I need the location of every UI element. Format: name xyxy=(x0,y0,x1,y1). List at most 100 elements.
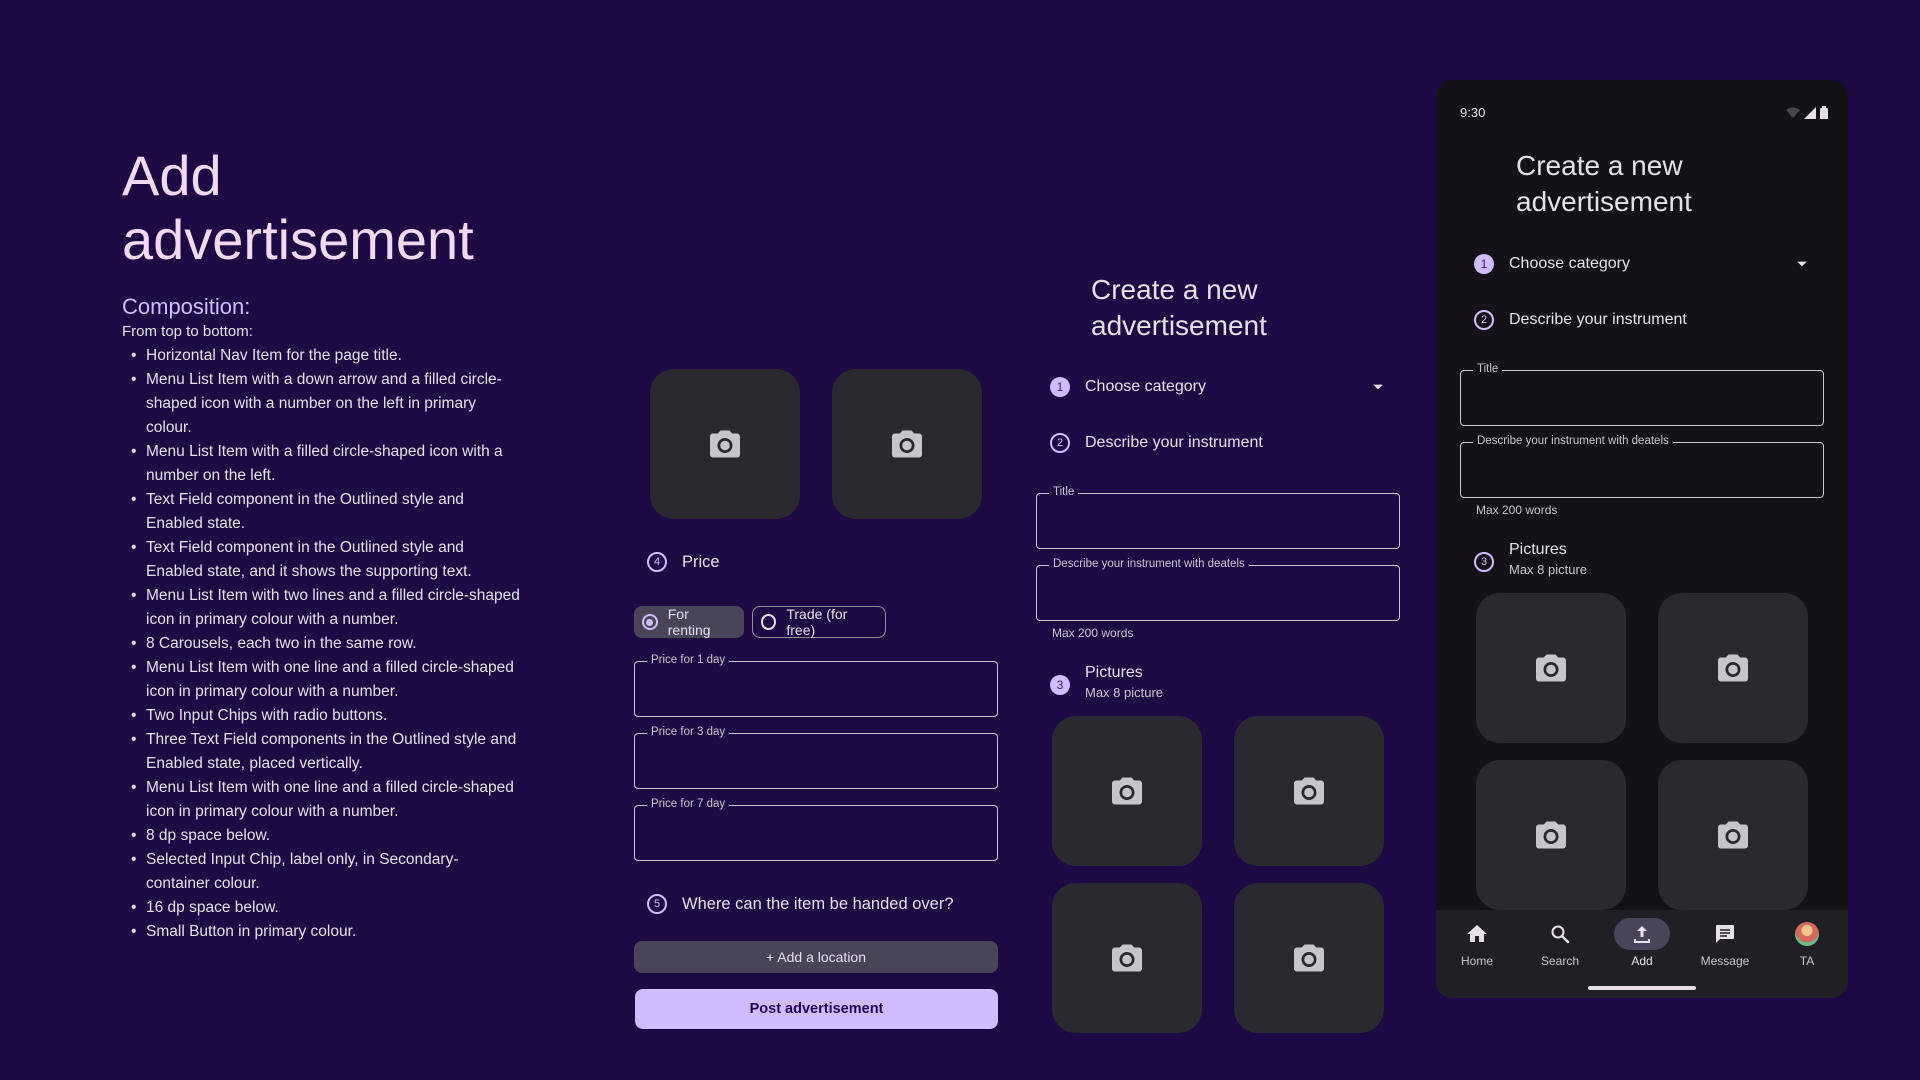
list-item: Horizontal Nav Item for the page title. xyxy=(122,344,522,368)
avatar xyxy=(1795,922,1819,946)
nav-item-search[interactable]: Search xyxy=(1528,918,1592,968)
price-1-day-field[interactable]: Price for 1 day xyxy=(634,654,998,717)
nav-label: TA xyxy=(1799,954,1815,968)
list-item: 8 dp space below. xyxy=(122,824,522,848)
radio-unselected-icon xyxy=(761,614,777,630)
photo-tile[interactable] xyxy=(1234,883,1384,1033)
list-item: Menu List Item with a down arrow and a f… xyxy=(122,368,522,440)
photo-tile[interactable] xyxy=(832,369,982,519)
field-label: Describe your instrument with deatels xyxy=(1049,558,1249,570)
supporting-text: Max 200 words xyxy=(1052,626,1134,640)
search-icon xyxy=(1551,925,1570,944)
post-advertisement-button[interactable]: Post advertisement xyxy=(635,989,998,1029)
list-item: 16 dp space below. xyxy=(122,896,522,920)
chip-label: For renting xyxy=(667,606,711,638)
photo-tile[interactable] xyxy=(1234,716,1384,866)
nav-item-profile[interactable]: TA xyxy=(1775,918,1839,968)
dropdown-arrow-icon xyxy=(1797,261,1807,267)
price-3-day-field[interactable]: Price for 3 day xyxy=(634,726,998,789)
page-title: Create a new advertisement xyxy=(1516,150,1692,217)
list-item: Menu List Item with one line and a fille… xyxy=(122,656,522,704)
list-item: 8 Carousels, each two in the same row. xyxy=(122,632,522,656)
photo-tile[interactable] xyxy=(650,369,800,519)
menu-item-pictures[interactable]: 3 Pictures Max 8 picture xyxy=(1050,664,1163,700)
menu-item-label: Where can the item be handed over? xyxy=(682,894,954,913)
title-field[interactable]: Title xyxy=(1460,363,1824,426)
field-label: Price for 7 day xyxy=(647,798,730,810)
add-location-button[interactable]: + Add a location xyxy=(634,941,998,973)
dropdown-arrow-icon xyxy=(1373,384,1383,390)
menu-item-price[interactable]: 4 Price xyxy=(647,552,720,572)
menu-item-label: Choose category xyxy=(1085,378,1206,395)
step-number-icon: 4 xyxy=(647,552,667,572)
home-icon xyxy=(1467,925,1487,942)
camera-icon xyxy=(1715,650,1751,686)
list-item: Menu List Item with a filled circle-shap… xyxy=(122,440,522,488)
nav-item-message[interactable]: Message xyxy=(1693,918,1757,968)
photo-tile[interactable] xyxy=(1476,593,1626,743)
menu-item-handover[interactable]: 5 Where can the item be handed over? xyxy=(647,894,954,914)
nav-label: Home xyxy=(1460,954,1493,968)
camera-icon xyxy=(1291,773,1327,809)
menu-item-label: Choose category xyxy=(1509,255,1630,272)
camera-icon xyxy=(1109,940,1145,976)
title-field[interactable]: Title xyxy=(1036,486,1400,549)
menu-item-label: Pictures xyxy=(1085,664,1143,681)
doc-subtitle: Composition: xyxy=(122,294,251,319)
doc-title: Add advertisement xyxy=(122,144,474,271)
camera-icon xyxy=(707,426,743,462)
chip-label: Trade (for free) xyxy=(786,606,848,638)
photo-tile[interactable] xyxy=(1052,883,1202,1033)
radio-selected-icon xyxy=(642,614,658,630)
nav-label: Search xyxy=(1540,954,1580,968)
camera-icon xyxy=(1715,817,1751,853)
photo-tile[interactable] xyxy=(1658,593,1808,743)
nav-label: Add xyxy=(1631,954,1653,968)
camera-icon xyxy=(889,426,925,462)
nav-label: Message xyxy=(1700,954,1750,968)
list-item: Selected Input Chip, label only, in Seco… xyxy=(122,848,522,896)
menu-item-sublabel: Max 8 picture xyxy=(1509,562,1588,577)
battery-icon xyxy=(1820,106,1828,119)
chip-for-renting[interactable]: For renting xyxy=(634,606,744,638)
description-field[interactable]: Describe your instrument with deatels xyxy=(1460,435,1824,498)
list-item: Two Input Chips with radio buttons. xyxy=(122,704,522,728)
chip-trade[interactable]: Trade (for free) xyxy=(752,606,886,638)
menu-item-sublabel: Max 8 picture xyxy=(1085,685,1164,700)
status-icons xyxy=(1786,106,1828,119)
nav-item-home[interactable]: Home xyxy=(1445,918,1509,968)
doc-intro: From top to bottom: xyxy=(122,323,253,340)
field-label: Title xyxy=(1049,486,1079,498)
signal-icon xyxy=(1804,106,1816,119)
description-field[interactable]: Describe your instrument with deatels xyxy=(1036,558,1400,621)
status-time: 9:30 xyxy=(1460,105,1486,120)
menu-item-pictures[interactable]: 3 Pictures Max 8 picture xyxy=(1474,541,1587,577)
menu-item-describe[interactable]: 2 Describe your instrument xyxy=(1474,310,1687,330)
field-label: Describe your instrument with deatels xyxy=(1473,435,1673,447)
page-title: Create a new advertisement xyxy=(1091,274,1267,341)
photo-tile[interactable] xyxy=(1052,716,1202,866)
bottom-navigation: Home Search Add Message TA xyxy=(1436,910,1848,998)
list-item: Menu List Item with one line and a fille… xyxy=(122,776,522,824)
list-item: Three Text Field components in the Outli… xyxy=(122,728,522,776)
camera-icon xyxy=(1291,940,1327,976)
menu-item-choose-category[interactable]: 1 Choose category xyxy=(1474,254,1808,274)
camera-icon xyxy=(1533,817,1569,853)
step-number-icon: 2 xyxy=(1474,310,1494,330)
menu-item-label: Price xyxy=(682,552,720,571)
menu-item-describe[interactable]: 2 Describe your instrument xyxy=(1050,433,1263,453)
phone-screen: 9:30 Create a new advertisement 1 Choose… xyxy=(1436,80,1848,998)
message-icon xyxy=(1716,925,1734,943)
nav-item-add[interactable]: Add xyxy=(1610,918,1674,968)
list-item: Text Field component in the Outlined sty… xyxy=(122,488,522,536)
photo-tile[interactable] xyxy=(1476,760,1626,910)
field-label: Price for 3 day xyxy=(647,726,730,738)
menu-item-choose-category[interactable]: 1 Choose category xyxy=(1050,377,1384,397)
menu-item-label: Pictures xyxy=(1509,541,1567,558)
supporting-text: Max 200 words xyxy=(1476,503,1558,517)
step-number-icon: 5 xyxy=(647,894,667,914)
price-7-day-field[interactable]: Price for 7 day xyxy=(634,798,998,861)
photo-tile[interactable] xyxy=(1658,760,1808,910)
field-label: Price for 1 day xyxy=(647,654,730,666)
list-item: Menu List Item with two lines and a fill… xyxy=(122,584,522,632)
